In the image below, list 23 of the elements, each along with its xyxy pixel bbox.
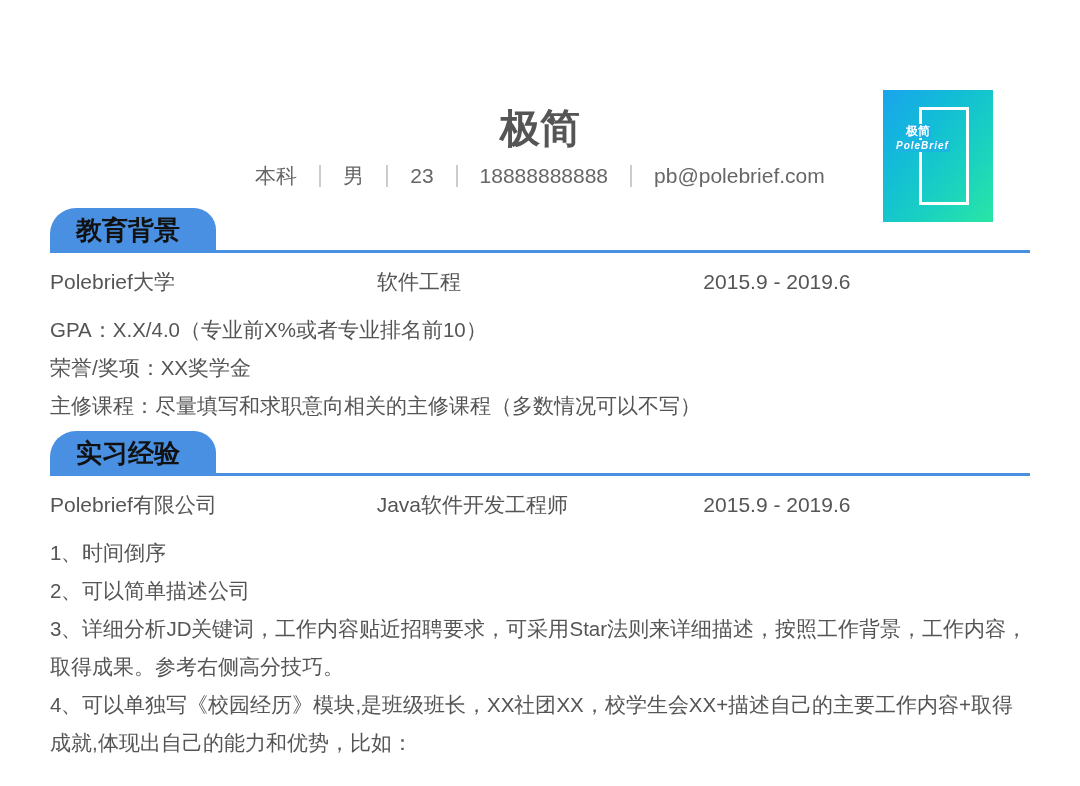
section-heading: 实习经验 xyxy=(50,431,216,473)
entry-field: 2015.9 - 2019.6 xyxy=(703,489,1030,521)
contact-info: 23 xyxy=(410,163,434,190)
detail-line: 主修课程：尽量填写和求职意向相关的主修课程（多数情况可以不写） xyxy=(50,393,702,419)
entry-field: 2015.9 - 2019.6 xyxy=(703,266,1030,298)
detail-line: 3、详细分析JD关键词，工作内容贴近招聘要求，可采用Star法则来详细描述，按照工作背景，工作内容，取得成果。参考右侧高分技巧。 xyxy=(50,616,1029,680)
detail-line: 4、可以单独写《校园经历》模块,是班级班长，XX社团XX，校学生会XX+描述自己的主要工作内容+取得成就,体现出自己的能力和优势，比如： xyxy=(50,692,1015,756)
contact-info: 18888888888 xyxy=(479,163,609,190)
entry-field: Polebrief大学 xyxy=(50,266,377,298)
entry-field: Polebrief有限公司 xyxy=(50,489,377,521)
entry-field: 软件工程 xyxy=(376,266,704,298)
contact-info: 男 xyxy=(343,163,365,190)
detail-line: 荣誉/奖项：XX奖学金 xyxy=(50,355,253,381)
logo-subtitle: PoleBrief xyxy=(895,140,950,152)
detail-line: GPA：X.X/4.0（专业前X%或者专业排名前10） xyxy=(50,317,488,343)
resume-name: 极简 xyxy=(500,105,580,152)
entry-field: Java软件开发工程师 xyxy=(376,489,704,521)
contact-info: 本科 xyxy=(255,163,298,190)
detail-line: 1、时间倒序 xyxy=(50,540,168,566)
contact-info: pb@polebrief.com xyxy=(654,163,825,190)
section-heading: 教育背景 xyxy=(50,208,216,250)
detail-line: 2、可以简单描述公司 xyxy=(50,578,252,604)
logo-title: 极简 xyxy=(905,124,931,138)
